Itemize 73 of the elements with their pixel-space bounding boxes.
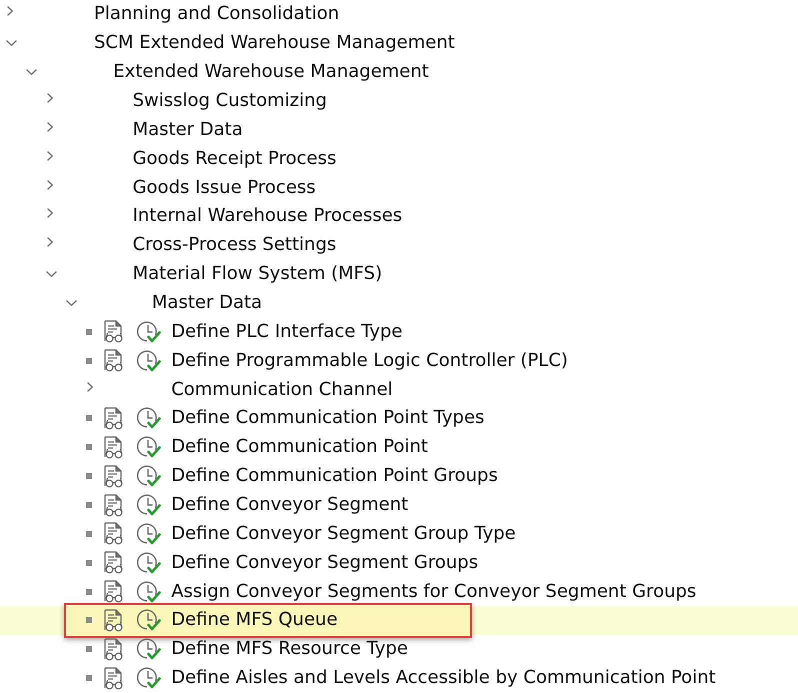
document-glasses-icon[interactable] bbox=[103, 320, 124, 344]
bullet-icon bbox=[86, 588, 92, 595]
node-label[interactable]: Goods Issue Process bbox=[132, 176, 316, 199]
node-label[interactable]: Define Programmable Logic Controller (PLC) bbox=[171, 350, 568, 372]
document-glasses-icon[interactable] bbox=[103, 666, 124, 690]
document-glasses-icon[interactable] bbox=[103, 406, 124, 430]
bullet-icon bbox=[86, 358, 92, 364]
chevron-right-icon[interactable] bbox=[7, 6, 13, 16]
node-label[interactable]: Material Flow System (MFS) bbox=[132, 263, 382, 286]
bullet-icon bbox=[86, 444, 92, 450]
bullet-icon bbox=[86, 646, 92, 652]
node-label[interactable]: Internal Warehouse Processes bbox=[132, 205, 402, 228]
chevron-right-icon[interactable] bbox=[47, 122, 53, 132]
clock-check-icon[interactable] bbox=[137, 666, 161, 690]
bullet-icon bbox=[86, 473, 92, 480]
bullet-icon bbox=[86, 675, 92, 682]
node-label[interactable]: Define Communication Point bbox=[171, 436, 428, 458]
node-label[interactable]: Extended Warehouse Management bbox=[113, 61, 429, 84]
node-label[interactable]: Define MFS Queue bbox=[171, 609, 338, 632]
node-label[interactable]: Assign Conveyor Segments for Conveyor Segment Groups bbox=[171, 580, 696, 603]
document-glasses-icon[interactable] bbox=[103, 580, 124, 604]
chevron-right-icon[interactable] bbox=[47, 93, 53, 103]
chevron-right-icon[interactable] bbox=[47, 150, 53, 161]
node-label[interactable]: SCM Extended Warehouse Management bbox=[94, 32, 455, 54]
clock-check-icon[interactable] bbox=[137, 493, 161, 518]
bullet-icon bbox=[86, 560, 92, 566]
chevron-right-icon[interactable] bbox=[47, 208, 53, 218]
document-glasses-icon[interactable] bbox=[103, 494, 124, 517]
node-label[interactable]: Define Communication Point Types bbox=[171, 407, 484, 430]
chevron-down-icon[interactable] bbox=[26, 69, 37, 76]
document-glasses-icon[interactable] bbox=[103, 522, 124, 546]
chevron-down-icon[interactable] bbox=[6, 40, 17, 46]
node-label[interactable]: Define Communication Point Groups bbox=[171, 465, 498, 488]
document-glasses-icon[interactable] bbox=[103, 436, 124, 459]
bullet-icon bbox=[86, 328, 92, 335]
node-label[interactable]: Cross-Process Settings bbox=[132, 234, 336, 256]
node-label[interactable]: Define Aisles and Levels Accessible by Communication Point bbox=[171, 667, 716, 690]
document-glasses-icon[interactable] bbox=[103, 638, 124, 661]
clock-check-icon[interactable] bbox=[137, 406, 161, 430]
clock-check-icon[interactable] bbox=[137, 637, 161, 662]
node-label[interactable]: Communication Channel bbox=[171, 378, 393, 401]
selected-row[interactable]: Define MFS Queue bbox=[0, 606, 798, 635]
chevron-down-icon[interactable] bbox=[46, 271, 57, 278]
document-glasses-icon[interactable] bbox=[103, 349, 124, 372]
node-label[interactable]: Define MFS Resource Type bbox=[171, 638, 408, 660]
clock-check-icon[interactable] bbox=[137, 550, 161, 575]
node-label[interactable]: Define Conveyor Segment Group Type bbox=[171, 522, 516, 545]
node-label[interactable]: Swisslog Customizing bbox=[132, 90, 327, 112]
chevron-right-icon[interactable] bbox=[47, 237, 53, 248]
document-glasses-icon[interactable] bbox=[103, 464, 124, 488]
bullet-icon bbox=[86, 530, 92, 537]
clock-check-icon[interactable] bbox=[137, 435, 161, 460]
clock-check-icon[interactable] bbox=[137, 320, 161, 344]
bullet-icon bbox=[86, 617, 92, 624]
node-label[interactable]: Define Conveyor Segment Groups bbox=[171, 552, 478, 574]
clock-check-icon[interactable] bbox=[137, 464, 161, 488]
node-label[interactable]: Define Conveyor Segment bbox=[171, 494, 408, 516]
node-label[interactable]: Planning and Consolidation bbox=[94, 3, 340, 26]
document-glasses-icon[interactable] bbox=[103, 551, 124, 574]
clock-check-icon[interactable] bbox=[137, 348, 161, 373]
node-label[interactable]: Master Data bbox=[132, 118, 243, 141]
node-label[interactable]: Master Data bbox=[152, 292, 262, 314]
clock-check-icon[interactable] bbox=[137, 522, 161, 546]
clock-check-icon[interactable] bbox=[137, 608, 161, 632]
chevron-down-icon[interactable] bbox=[66, 300, 77, 306]
bullet-icon bbox=[86, 502, 92, 508]
document-glasses-icon[interactable] bbox=[103, 608, 124, 632]
node-label[interactable]: Goods Receipt Process bbox=[132, 148, 336, 170]
clock-check-icon[interactable] bbox=[137, 580, 161, 604]
bullet-icon bbox=[86, 415, 92, 422]
chevron-right-icon[interactable] bbox=[47, 180, 53, 190]
node-label[interactable]: Define PLC Interface Type bbox=[171, 320, 402, 343]
chevron-right-icon[interactable] bbox=[87, 382, 93, 392]
